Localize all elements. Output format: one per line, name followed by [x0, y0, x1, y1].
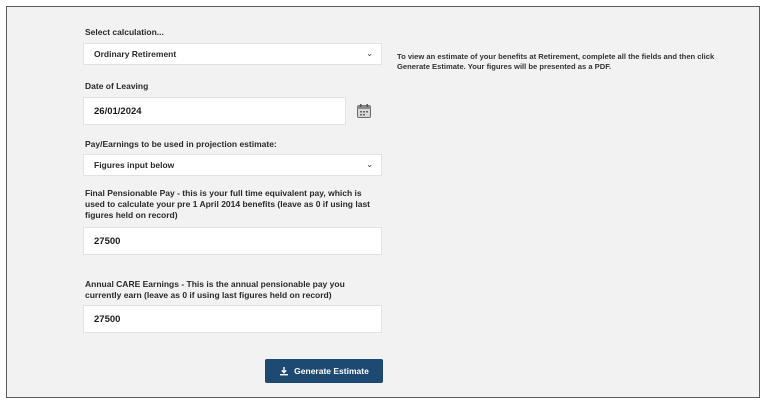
- final-pensionable-pay-input[interactable]: 27500: [83, 227, 382, 255]
- estimate-panel: Select calculation... Ordinary Retiremen…: [6, 6, 760, 398]
- pay-earnings-select[interactable]: Figures input below ⌄: [83, 154, 382, 176]
- final-pensionable-pay-label: Final Pensionable Pay - this is your ful…: [85, 188, 371, 220]
- info-text: To view an estimate of your benefits at …: [397, 52, 715, 71]
- generate-estimate-button[interactable]: Generate Estimate: [265, 359, 383, 383]
- chevron-down-icon: ⌄: [366, 160, 373, 170]
- date-of-leaving-label: Date of Leaving: [85, 81, 149, 91]
- pay-earnings-select-value: Figures input below: [94, 160, 175, 170]
- calendar-icon[interactable]: [356, 103, 372, 119]
- annual-care-earnings-label: Annual CARE Earnings - This is the annua…: [85, 279, 345, 300]
- date-of-leaving-input[interactable]: 26/01/2024: [83, 97, 346, 125]
- download-icon: [280, 367, 289, 376]
- calculation-select[interactable]: Ordinary Retirement ⌄: [83, 43, 382, 65]
- annual-care-earnings-input[interactable]: 27500: [83, 305, 382, 333]
- generate-estimate-label: Generate Estimate: [294, 366, 369, 376]
- chevron-down-icon: ⌄: [366, 49, 373, 59]
- pay-earnings-label: Pay/Earnings to be used in projection es…: [85, 139, 277, 149]
- calculation-select-value: Ordinary Retirement: [94, 49, 177, 59]
- calculation-label: Select calculation...: [85, 27, 164, 37]
